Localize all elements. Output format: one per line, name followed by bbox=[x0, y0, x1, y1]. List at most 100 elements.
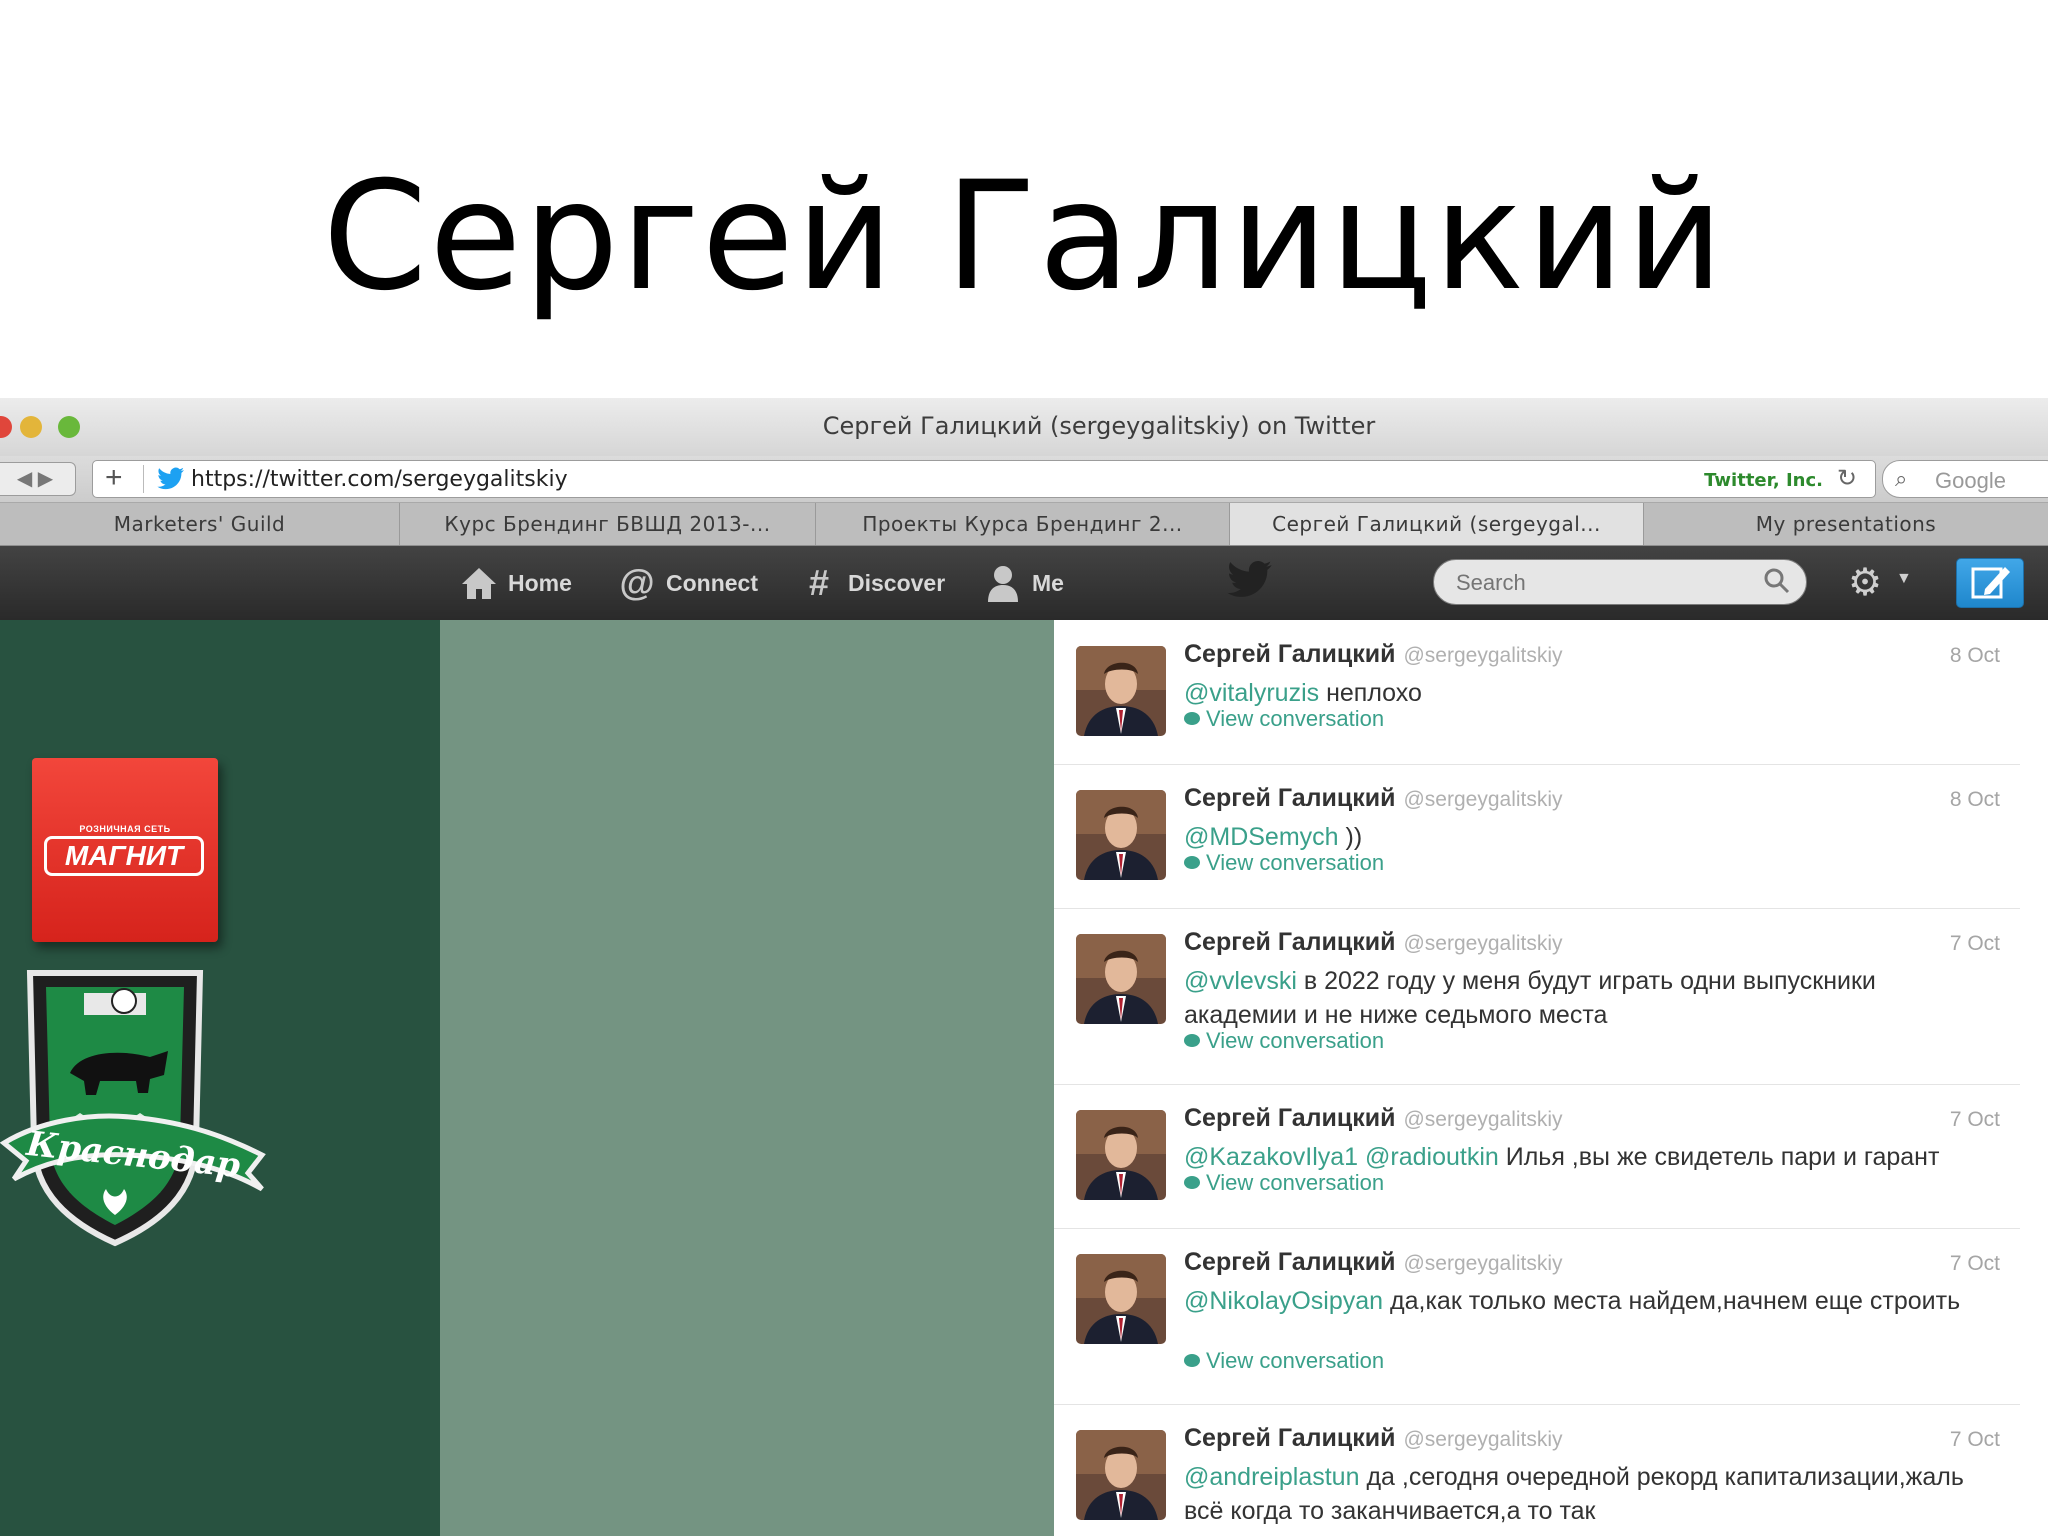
tweet-mentions[interactable]: @vvlevski bbox=[1184, 967, 1297, 995]
tweet-author[interactable]: Сергей Галицкий @sergeygalitskiy bbox=[1184, 784, 1563, 813]
tweet[interactable]: Сергей Галицкий @sergeygalitskiy 7 Oct @vvl… bbox=[1054, 908, 2020, 1085]
tweet-body: Илья ,вы же свидетель пари и гарант bbox=[1498, 1143, 1940, 1171]
tweet-date[interactable]: 7 Oct bbox=[1950, 1252, 2000, 1276]
add-bookmark-icon[interactable]: + bbox=[105, 461, 123, 495]
tab-bar: Marketers' Guild Курс Брендинг БВШД 2013… bbox=[0, 503, 2048, 546]
tweet[interactable]: Сергей Галицкий @sergeygalitskiy 7 Oct @Nik… bbox=[1054, 1228, 2020, 1405]
nav-me[interactable]: Me bbox=[982, 562, 1092, 604]
tweet[interactable]: Сергей Галицкий @sergeygalitskiy 8 Oct @MDS… bbox=[1054, 764, 2020, 909]
avatar[interactable] bbox=[1076, 1110, 1166, 1200]
url-text: https://twitter.com/sergeygalitskiy bbox=[191, 467, 568, 492]
tweet-body: )) bbox=[1338, 823, 1363, 851]
tweet-date[interactable]: 7 Oct bbox=[1950, 1428, 2000, 1452]
tweet-author-handle[interactable]: @sergeygalitskiy bbox=[1403, 644, 1562, 667]
tweet-mentions[interactable]: @KazakovIlya1 @radioutkin bbox=[1184, 1143, 1499, 1171]
nav-home[interactable]: Home bbox=[458, 562, 588, 604]
tweet[interactable]: Сергей Галицкий @sergeygalitskiy 8 Oct @vit… bbox=[1054, 620, 2020, 765]
nav-discover-label: Discover bbox=[848, 570, 946, 596]
twitter-favicon-icon bbox=[157, 467, 184, 490]
gear-icon[interactable]: ⚙ bbox=[1848, 562, 1882, 604]
speech-bubble-icon bbox=[1184, 712, 1200, 725]
twitter-bird-icon bbox=[1227, 561, 1272, 597]
tweet-author[interactable]: Сергей Галицкий @sergeygalitskiy bbox=[1184, 928, 1563, 957]
tweet[interactable]: Сергей Галицкий @sergeygalitskiy 7 Oct @Kaz… bbox=[1054, 1084, 2020, 1229]
back-forward-buttons[interactable]: ◀ ▶ bbox=[0, 462, 76, 496]
tweet-mentions[interactable]: @andreiplastun bbox=[1184, 1463, 1360, 1491]
nav-home-label: Home bbox=[508, 570, 572, 596]
view-conversation-link[interactable]: View conversation bbox=[1184, 1170, 1384, 1196]
tweet-author-handle[interactable]: @sergeygalitskiy bbox=[1403, 1108, 1562, 1131]
tweet-author[interactable]: Сергей Галицкий @sergeygalitskiy bbox=[1184, 1424, 1563, 1453]
nav-connect-label: Connect bbox=[666, 570, 758, 596]
tweet-date[interactable]: 8 Oct bbox=[1950, 644, 2000, 668]
avatar[interactable] bbox=[1076, 790, 1166, 880]
tweet-body: неплохо bbox=[1319, 679, 1422, 707]
tweet-text: @MDSemych )) bbox=[1184, 820, 1994, 854]
avatar[interactable] bbox=[1076, 646, 1166, 736]
view-conversation-link[interactable]: View conversation bbox=[1184, 706, 1384, 732]
tweet-author-name[interactable]: Сергей Галицкий bbox=[1184, 1248, 1395, 1276]
tab-twitter-profile[interactable]: Сергей Галицкий (sergeygal... bbox=[1230, 503, 1644, 545]
magnit-logo-name: МАГНИТ bbox=[44, 836, 204, 876]
krasnodar-crest-logo: Краснодар bbox=[0, 970, 266, 1247]
certificate-label[interactable]: Twitter, Inc. bbox=[1704, 470, 1823, 491]
view-conversation-link[interactable]: View conversation bbox=[1184, 1028, 1384, 1054]
avatar[interactable] bbox=[1076, 1430, 1166, 1520]
browser-toolbar: ◀ ▶ + https://twitter.com/sergeygalitski… bbox=[0, 456, 2048, 503]
tweet-author-handle[interactable]: @sergeygalitskiy bbox=[1403, 932, 1562, 955]
reload-icon[interactable]: ↻ bbox=[1837, 463, 1857, 495]
magnit-logo-subtitle: РОЗНИЧНАЯ СЕТЬ bbox=[79, 824, 171, 834]
window-title: Сергей Галицкий (sergeygalitskiy) on Twi… bbox=[822, 412, 1376, 440]
magnit-logo: РОЗНИЧНАЯ СЕТЬ МАГНИТ bbox=[32, 758, 218, 942]
nav-connect[interactable]: @ Connect bbox=[616, 562, 776, 604]
view-conversation-label: View conversation bbox=[1206, 850, 1385, 875]
tab-branding-projects[interactable]: Проекты Курса Брендинг 2... bbox=[816, 503, 1230, 545]
twitter-search-input[interactable] bbox=[1454, 566, 1748, 600]
tweet-text: @NikolayOsipyan да,как только места найд… bbox=[1184, 1284, 1994, 1318]
view-conversation-label: View conversation bbox=[1206, 1028, 1385, 1053]
tweet-author[interactable]: Сергей Галицкий @sergeygalitskiy bbox=[1184, 1104, 1563, 1133]
tweet-date[interactable]: 8 Oct bbox=[1950, 788, 2000, 812]
tweet-author-name[interactable]: Сергей Галицкий bbox=[1184, 640, 1395, 668]
compose-icon bbox=[1971, 567, 2010, 599]
profile-background-middle bbox=[440, 620, 1054, 1536]
tab-branding-course[interactable]: Курс Брендинг БВШД 2013-... bbox=[400, 503, 816, 545]
tweet-text: @vvlevski в 2022 году у меня будут играт… bbox=[1184, 964, 1994, 1032]
view-conversation-label: View conversation bbox=[1206, 1348, 1385, 1373]
compose-tweet-button[interactable] bbox=[1956, 558, 2024, 608]
avatar[interactable] bbox=[1076, 1254, 1166, 1344]
tweet-author-handle[interactable]: @sergeygalitskiy bbox=[1403, 1252, 1562, 1275]
avatar-photo bbox=[1076, 1254, 1166, 1344]
view-conversation-link[interactable]: View conversation bbox=[1184, 1348, 1384, 1374]
tweet-author-handle[interactable]: @sergeygalitskiy bbox=[1403, 788, 1562, 811]
nav-discover[interactable]: # Discover bbox=[798, 562, 948, 604]
tweet[interactable]: Сергей Галицкий @sergeygalitskiy 7 Oct @and… bbox=[1054, 1404, 2020, 1536]
address-divider bbox=[143, 465, 144, 493]
tweet-mentions[interactable]: @NikolayOsipyan bbox=[1184, 1287, 1383, 1315]
browser-search-field[interactable]: ⌕ Google bbox=[1882, 460, 2048, 498]
tweet-mentions[interactable]: @vitalyruzis bbox=[1184, 679, 1319, 707]
tab-my-presentations[interactable]: My presentations bbox=[1644, 503, 2048, 545]
view-conversation-label: View conversation bbox=[1206, 706, 1385, 731]
view-conversation-link[interactable]: View conversation bbox=[1184, 850, 1384, 876]
address-bar[interactable]: + https://twitter.com/sergeygalitskiy Tw… bbox=[92, 460, 1876, 498]
tweet-author-name[interactable]: Сергей Галицкий bbox=[1184, 784, 1395, 812]
tab-marketers-guild[interactable]: Marketers' Guild bbox=[0, 503, 400, 545]
search-icon: ⌕ bbox=[1895, 466, 1908, 491]
tweet-author[interactable]: Сергей Галицкий @sergeygalitskiy bbox=[1184, 1248, 1563, 1277]
avatar-photo bbox=[1076, 1110, 1166, 1200]
hash-icon: # bbox=[808, 562, 830, 603]
tweet-author-handle[interactable]: @sergeygalitskiy bbox=[1403, 1428, 1562, 1451]
avatar[interactable] bbox=[1076, 934, 1166, 1024]
tweet-author-name[interactable]: Сергей Галицкий bbox=[1184, 1104, 1395, 1132]
tweet-author-name[interactable]: Сергей Галицкий bbox=[1184, 928, 1395, 956]
tweet-date[interactable]: 7 Oct bbox=[1950, 1108, 2000, 1132]
tweet-mentions[interactable]: @MDSemych bbox=[1184, 823, 1339, 851]
search-icon[interactable] bbox=[1762, 566, 1792, 596]
twitter-search-box[interactable] bbox=[1433, 559, 1807, 605]
chevron-down-icon[interactable]: ▼ bbox=[1896, 570, 1912, 588]
tweet-author-name[interactable]: Сергей Галицкий bbox=[1184, 1424, 1395, 1452]
tweet-date[interactable]: 7 Oct bbox=[1950, 932, 2000, 956]
speech-bubble-icon bbox=[1184, 856, 1200, 869]
tweet-author[interactable]: Сергей Галицкий @sergeygalitskiy bbox=[1184, 640, 1563, 669]
